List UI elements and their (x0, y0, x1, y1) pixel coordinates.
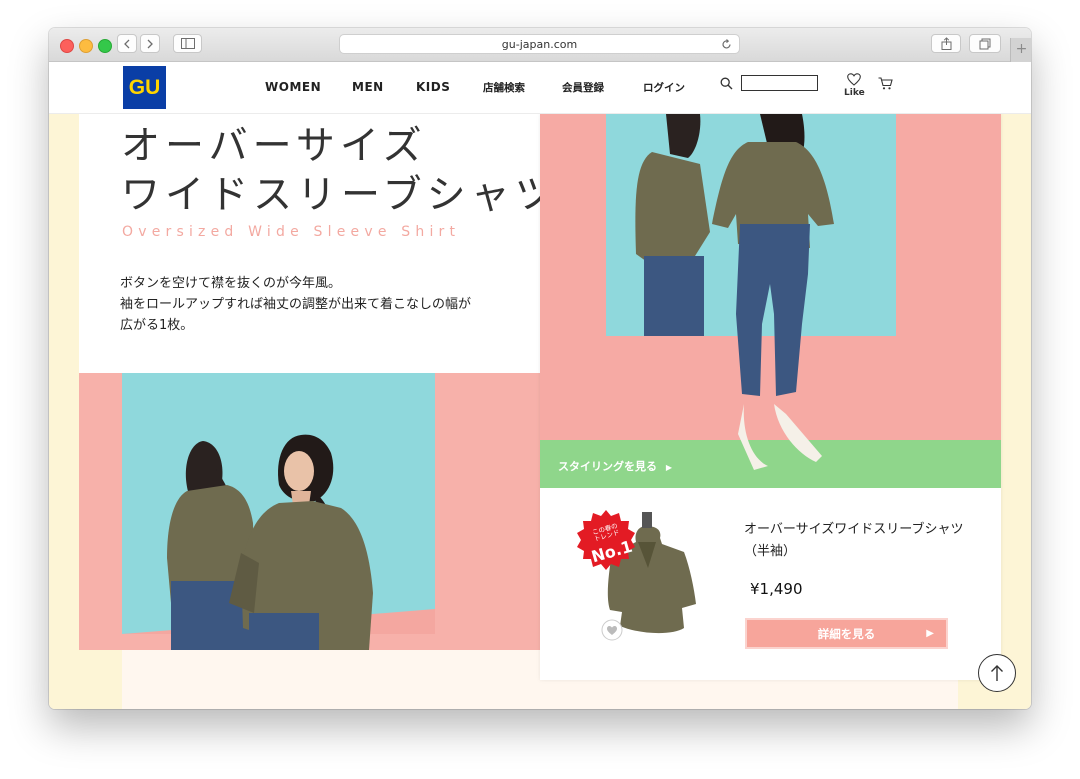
nav-kids[interactable]: KIDS (416, 80, 450, 94)
product-name[interactable]: オーバーサイズワイドスリーブシャツ（半袖） (744, 519, 964, 563)
scroll-to-top-button[interactable] (978, 654, 1016, 692)
url-text: gu-japan.com (501, 37, 578, 51)
product-price: ¥1,490 (750, 580, 803, 598)
chevron-right-icon (147, 39, 153, 48)
nav-men[interactable]: MEN (352, 80, 384, 94)
hero-desc-line2: 袖をロールアップすれば袖丈の調整が出来て着こなしの幅が (120, 297, 472, 312)
view-details-button[interactable]: 詳細を見る ▶ (745, 618, 948, 649)
hero-description: ボタンを空けて襟を抜くのが今年風。 袖をロールアップすれば袖丈の調整が出来て着こ… (120, 273, 520, 336)
site-header: GU WOMEN MEN KIDS 店舗検索 会員登録 ログイン Like (49, 62, 1031, 114)
model-photo-left (79, 373, 540, 650)
hero-title-line1: オーバーサイズ (121, 124, 427, 169)
share-button[interactable] (931, 34, 961, 53)
hero-desc-line3: 広がる1枚。 (120, 318, 194, 333)
forward-button[interactable] (140, 34, 160, 53)
chevron-left-icon (124, 39, 130, 48)
heart-icon[interactable] (847, 73, 861, 86)
play-arrow-icon: ▶ (665, 463, 672, 472)
hero-title: オーバーサイズ ワイドスリーブシャツ (121, 122, 559, 220)
page-content: オーバーサイズ ワイドスリーブシャツ Oversized Wide Sleeve… (49, 114, 1031, 709)
hero-desc-line1: ボタンを空けて襟を抜くのが今年風。 (120, 276, 342, 291)
nav-login[interactable]: ログイン (643, 80, 685, 95)
tabs-icon (979, 38, 991, 49)
sidebar-icon (180, 38, 195, 49)
search-icon[interactable] (720, 77, 733, 90)
zoom-window-button[interactable] (98, 39, 112, 53)
hero-subtitle: Oversized Wide Sleeve Shirt (122, 224, 461, 240)
sidebar-toggle-button[interactable] (173, 34, 202, 53)
nav-store-search[interactable]: 店舗検索 (483, 80, 525, 95)
search-input[interactable] (741, 75, 818, 91)
browser-window: gu-japan.com + GU WOMEN MEN KIDS 店舗検索 会員… (49, 28, 1031, 709)
address-bar[interactable]: gu-japan.com (339, 34, 740, 54)
model-photo-right-illustration (540, 114, 1001, 488)
reload-icon[interactable] (721, 39, 732, 50)
favorite-icon[interactable] (601, 619, 623, 641)
browser-toolbar: gu-japan.com + (49, 28, 1031, 62)
nav-member-register[interactable]: 会員登録 (562, 80, 604, 95)
hero-title-line2: ワイドスリーブシャツ (121, 173, 559, 218)
product-column: スタイリングを見る ▶ この春の トレンド No.1 オーバーサイズワイドスリー… (540, 114, 1001, 680)
styling-link[interactable]: スタイリングを見る ▶ (558, 458, 672, 474)
arrow-up-icon (991, 665, 1003, 681)
play-arrow-icon: ▶ (926, 628, 934, 639)
tabs-overview-button[interactable] (969, 34, 1001, 53)
new-tab-button[interactable]: + (1010, 38, 1031, 62)
model-photo-right[interactable]: スタイリングを見る ▶ (540, 114, 1001, 488)
gu-logo[interactable]: GU (123, 66, 166, 109)
minimize-window-button[interactable] (79, 39, 93, 53)
close-window-button[interactable] (60, 39, 74, 53)
styling-label: スタイリングを見る (558, 460, 657, 473)
like-label[interactable]: Like (844, 88, 865, 98)
cart-icon[interactable] (878, 77, 893, 90)
back-button[interactable] (117, 34, 137, 53)
nav-women[interactable]: WOMEN (265, 80, 321, 94)
model-photo-left-illustration (122, 373, 435, 650)
share-icon (941, 37, 951, 50)
view-details-label: 詳細を見る (817, 626, 876, 641)
